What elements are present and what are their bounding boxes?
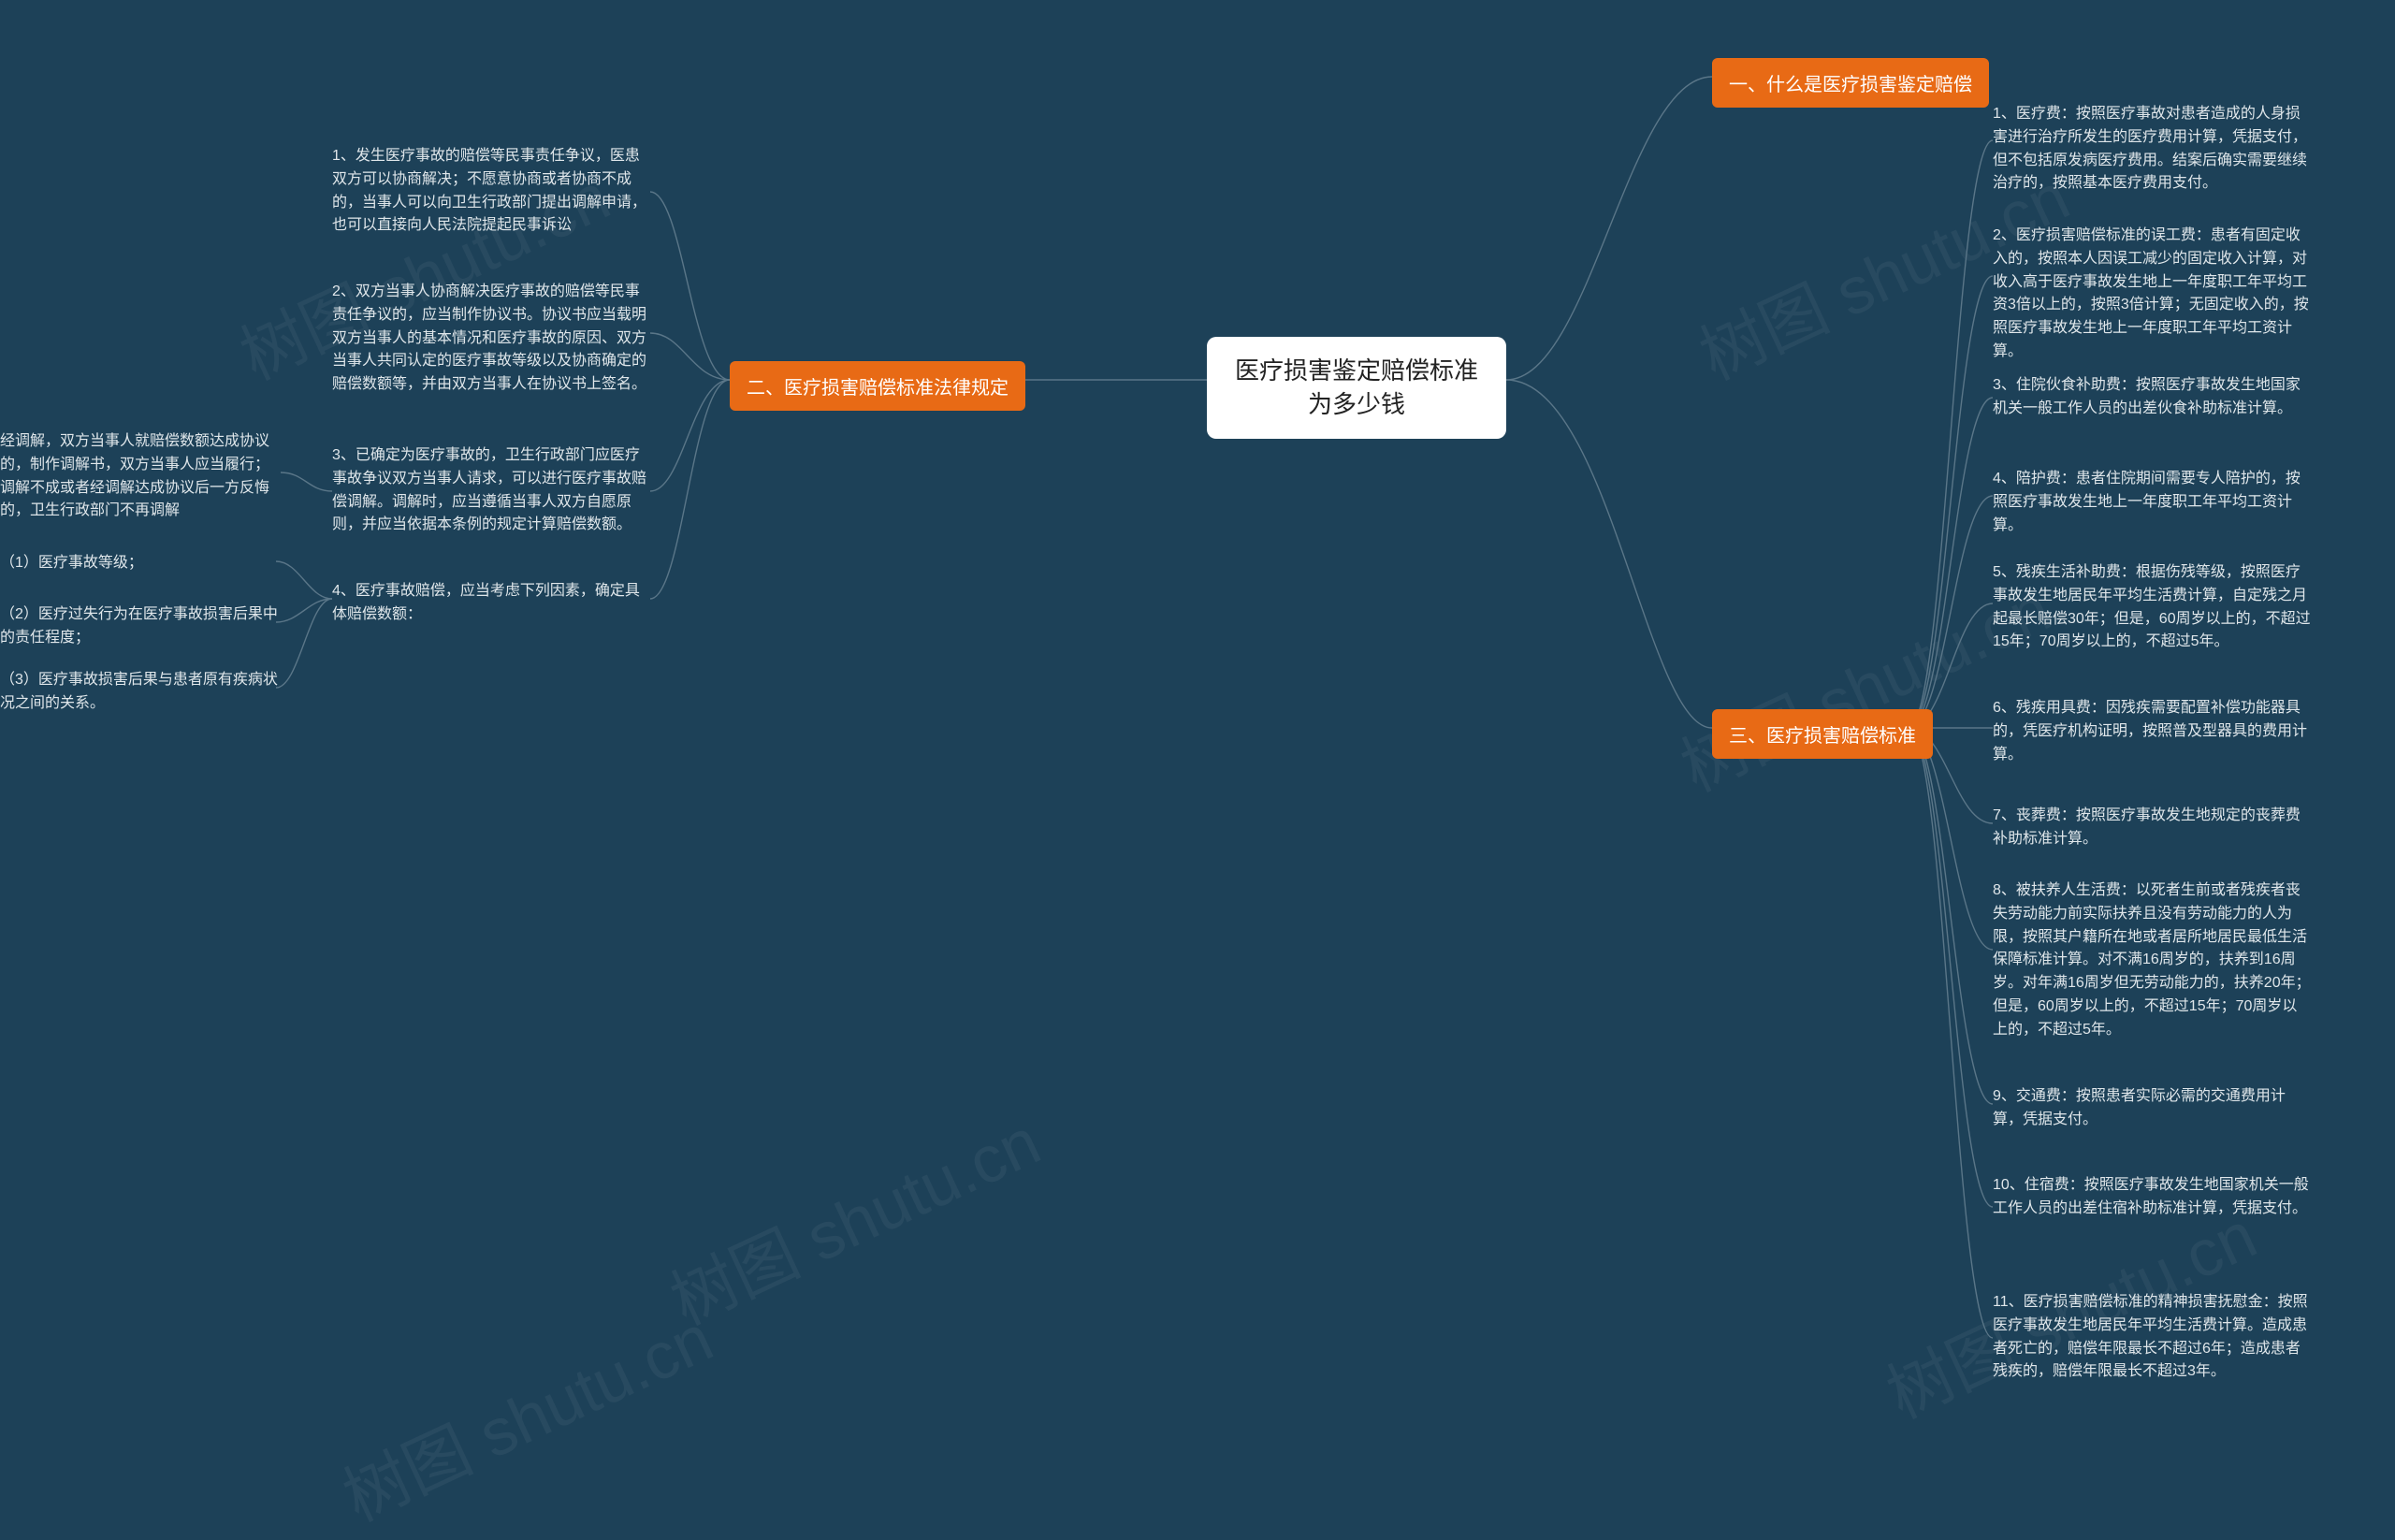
center-node[interactable]: 医疗损害鉴定赔偿标准为多少钱 [1207, 337, 1506, 439]
s3-item-5: 5、残疾生活补助费：根据伤残等级，按照医疗事故发生地居民年平均生活费计算，自定残… [1993, 561, 2311, 654]
s3-item-1: 1、医疗费：按照医疗事故对患者造成的人身损害进行治疗所发生的医疗费用计算，凭据支… [1993, 103, 2311, 196]
s3-item-11: 11、医疗损害赔偿标准的精神损害抚慰金：按照医疗事故发生地居民年平均生活费计算。… [1993, 1291, 2311, 1384]
watermark-4: 树图 shutu.cn [327, 1286, 726, 1540]
s3-item-3: 3、住院伙食补助费：按照医疗事故发生地国家机关一般工作人员的出差伙食补助标准计算… [1993, 374, 2311, 421]
s2-item-4b: （2）医疗过失行为在医疗事故损害后果中的责任程度； [0, 603, 281, 650]
s3-item-10: 10、住宿费：按照医疗事故发生地国家机关一般工作人员的出差住宿补助标准计算，凭据… [1993, 1174, 2311, 1221]
s3-item-6: 6、残疾用具费：因残疾需要配置补偿功能器具的，凭医疗机构证明，按照普及型器具的费… [1993, 697, 2311, 766]
s3-item-4: 4、陪护费：患者住院期间需要专人陪护的，按照医疗事故发生地上一年度职工年平均工资… [1993, 468, 2311, 537]
s2-item-4c: （3）医疗事故损害后果与患者原有疾病状况之间的关系。 [0, 669, 281, 716]
s3-item-8: 8、被扶养人生活费：以死者生前或者残疾者丧失劳动能力前实际扶养且没有劳动能力的人… [1993, 879, 2311, 1042]
s3-item-9: 9、交通费：按照患者实际必需的交通费用计算，凭据支付。 [1993, 1085, 2311, 1132]
s2-item-4a: （1）医疗事故等级； [0, 552, 281, 575]
s2-item-2: 2、双方当事人协商解决医疗事故的赔偿等民事责任争议的，应当制作协议书。协议书应当… [332, 281, 650, 397]
watermark-5: 树图 shutu.cn [654, 1090, 1053, 1344]
s3-item-7: 7、丧葬费：按照医疗事故发生地规定的丧葬费补助标准计算。 [1993, 805, 2311, 851]
s2-item-3: 3、已确定为医疗事故的，卫生行政部门应医疗事故争议双方当事人请求，可以进行医疗事… [332, 444, 650, 537]
s2-item-3-sub: 经调解，双方当事人就赔偿数额达成协议的，制作调解书，双方当事人应当履行；调解不成… [0, 430, 281, 523]
section-2[interactable]: 二、医疗损害赔偿标准法律规定 [730, 361, 1025, 411]
s2-item-1: 1、发生医疗事故的赔偿等民事责任争议，医患双方可以协商解决；不愿意协商或者协商不… [332, 145, 650, 238]
section-1[interactable]: 一、什么是医疗损害鉴定赔偿 [1712, 58, 1989, 108]
section-3[interactable]: 三、医疗损害赔偿标准 [1712, 709, 1933, 759]
s2-item-4: 4、医疗事故赔偿，应当考虑下列因素，确定具体赔偿数额： [332, 580, 650, 627]
s3-item-2: 2、医疗损害赔偿标准的误工费：患者有固定收入的，按照本人因误工减少的固定收入计算… [1993, 225, 2311, 364]
